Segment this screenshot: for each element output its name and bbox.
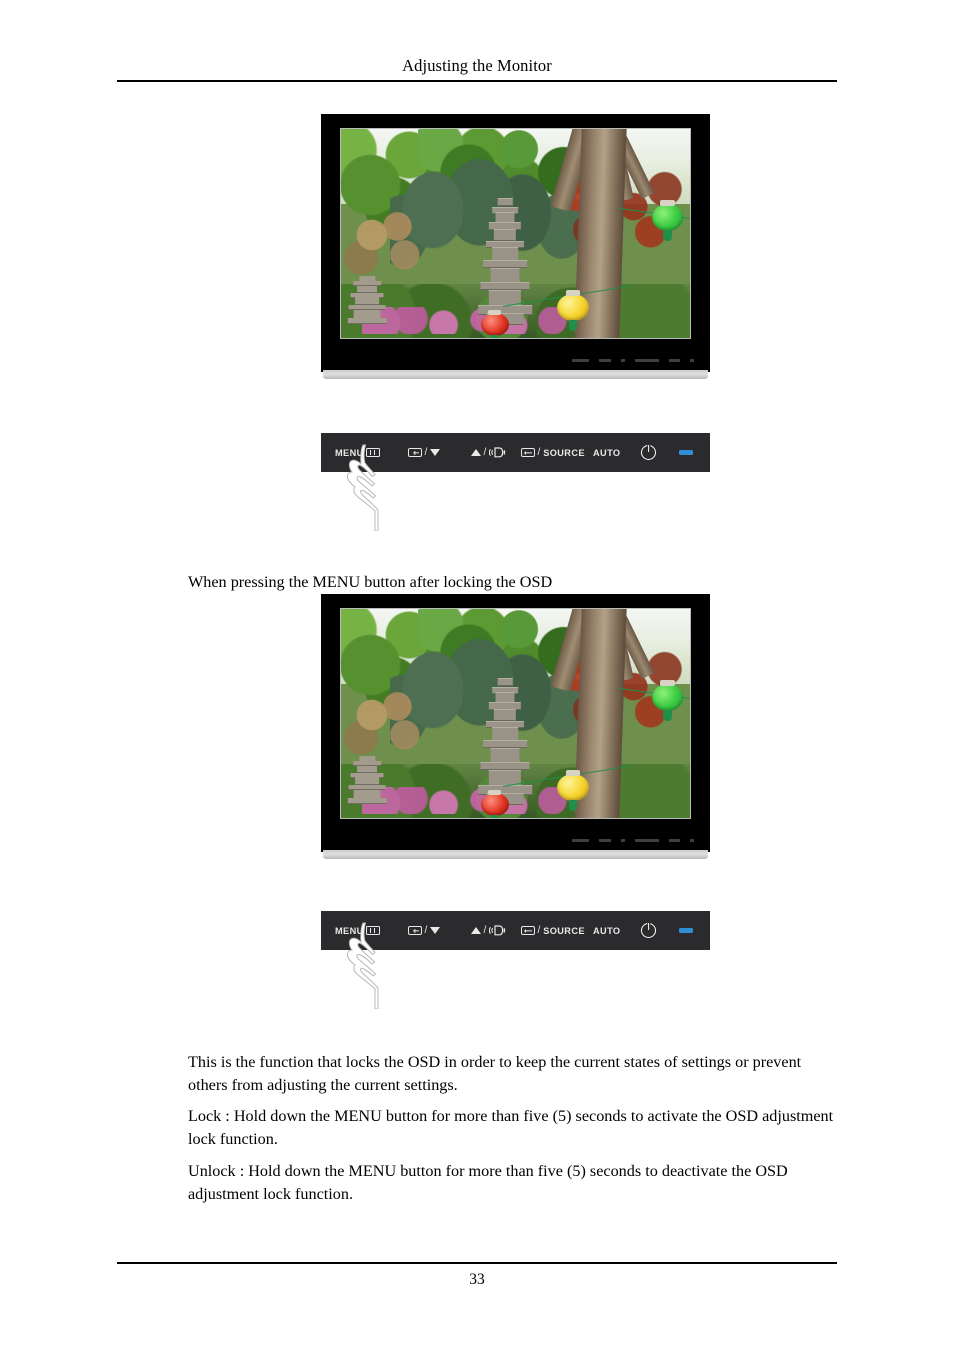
- speaker-icon: [489, 925, 506, 936]
- page-number: 33: [469, 1271, 485, 1288]
- source-button[interactable]: / SOURCE: [521, 911, 585, 950]
- monitor-inner-frame: [340, 128, 691, 339]
- paragraph-unlock: Unlock : Hold down the MENU button for m…: [188, 1162, 788, 1203]
- bezel-control-legend: [572, 356, 694, 364]
- triangle-up-icon: [471, 927, 481, 934]
- auto-button[interactable]: AUTO: [593, 911, 620, 950]
- bezel-control-legend: [572, 836, 694, 844]
- led-indicator-icon: [679, 450, 693, 455]
- enter-icon: [521, 448, 535, 457]
- monitor-base-strip: [323, 370, 708, 379]
- source-button-label: SOURCE: [543, 925, 585, 936]
- monitor-figure-top: [321, 114, 710, 381]
- source-button[interactable]: / SOURCE: [521, 433, 585, 472]
- plus-up-button[interactable]: /: [471, 433, 506, 472]
- lantern-red: [480, 789, 509, 818]
- monitor-base-strip: [323, 850, 708, 859]
- power-led-indicator: [679, 911, 693, 950]
- stone-pagoda-small: [347, 753, 387, 807]
- auto-button[interactable]: AUTO: [593, 433, 620, 472]
- power-button[interactable]: [641, 433, 656, 472]
- header-divider: [117, 80, 837, 82]
- button-separator: /: [483, 447, 487, 458]
- button-separator: /: [483, 925, 487, 936]
- monitor-bezel: [321, 114, 710, 372]
- button-separator: /: [424, 447, 428, 458]
- button-separator: /: [537, 447, 541, 458]
- source-button-label: SOURCE: [543, 447, 585, 458]
- lantern-cap: [488, 789, 501, 795]
- monitor-screen-image: [341, 129, 690, 338]
- page-header-title: Adjusting the Monitor: [402, 56, 552, 75]
- hand-pressing-menu-icon: [346, 922, 379, 1009]
- hand-pressing-menu-icon: [346, 444, 379, 531]
- lantern-yellow: [557, 290, 589, 331]
- lantern-cap: [565, 770, 581, 777]
- monitor-bezel: [321, 594, 710, 852]
- monitor-screen-image: [341, 609, 690, 818]
- manual-page: Adjusting the Monitor MENU / / / SOURCE …: [0, 0, 954, 1350]
- lantern-cap: [488, 309, 501, 315]
- speaker-icon: [489, 447, 506, 458]
- auto-button-label: AUTO: [593, 447, 621, 458]
- plus-up-button[interactable]: /: [471, 911, 506, 950]
- power-button[interactable]: [641, 911, 656, 950]
- power-icon: [641, 923, 656, 938]
- lantern-cap: [660, 200, 675, 207]
- monitor-figure-bottom: [321, 594, 710, 861]
- power-icon: [641, 445, 656, 460]
- triangle-up-icon: [471, 449, 481, 456]
- enter-icon: [521, 926, 535, 935]
- monitor-inner-frame: [340, 608, 691, 819]
- paragraph-lock: Lock : Hold down the MENU button for mor…: [188, 1107, 834, 1148]
- button-separator: /: [537, 925, 541, 936]
- triangle-down-icon: [430, 927, 441, 934]
- triangle-down-icon: [430, 449, 441, 456]
- paragraph-intro: This is the function that locks the OSD …: [188, 1053, 802, 1094]
- lantern-red: [480, 309, 509, 338]
- auto-button-label: AUTO: [593, 925, 621, 936]
- tan-maple-shrub: [341, 208, 432, 280]
- tan-maple-shrub: [341, 688, 432, 760]
- section-caption: When pressing the MENU button after lock…: [188, 573, 553, 591]
- led-indicator-icon: [679, 928, 693, 933]
- control-button-bar-bottom: MENU / / / SOURCE AUTO: [321, 911, 710, 1011]
- footer-divider: [117, 1262, 837, 1264]
- control-button-bar-top: MENU / / / SOURCE AUTO: [321, 433, 710, 533]
- button-separator: /: [424, 925, 428, 936]
- power-led-indicator: [679, 433, 693, 472]
- lantern-cap: [565, 290, 581, 297]
- stone-pagoda-small: [347, 273, 387, 327]
- lantern-yellow: [557, 770, 589, 811]
- lantern-cap: [660, 680, 675, 687]
